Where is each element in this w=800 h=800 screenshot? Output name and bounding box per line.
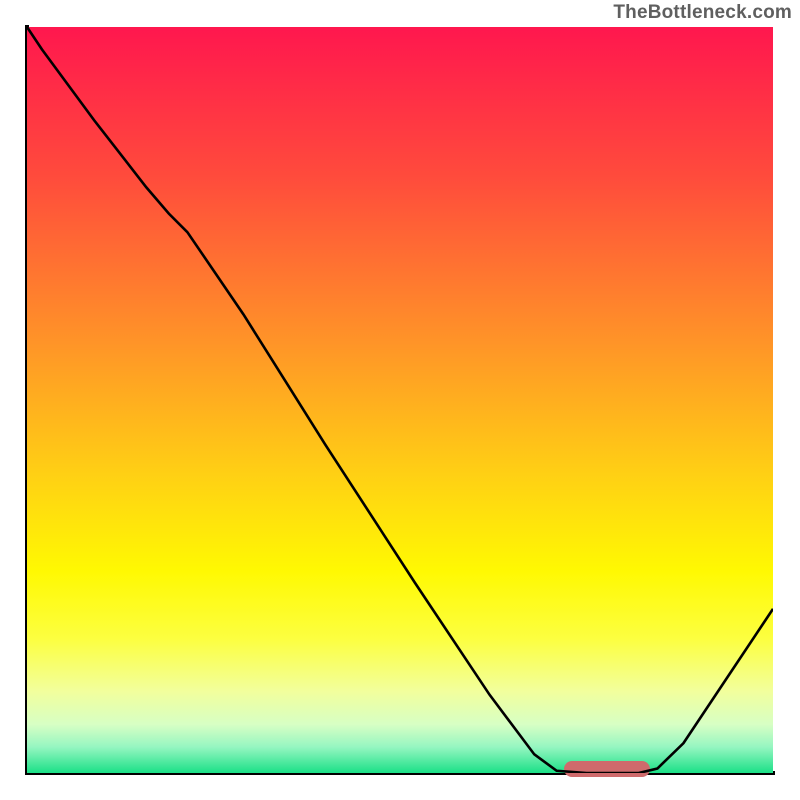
optimal-marker — [564, 761, 650, 777]
watermark-text: TheBottleneck.com — [613, 2, 792, 24]
plot-area — [27, 27, 773, 773]
gradient-background — [27, 27, 773, 773]
